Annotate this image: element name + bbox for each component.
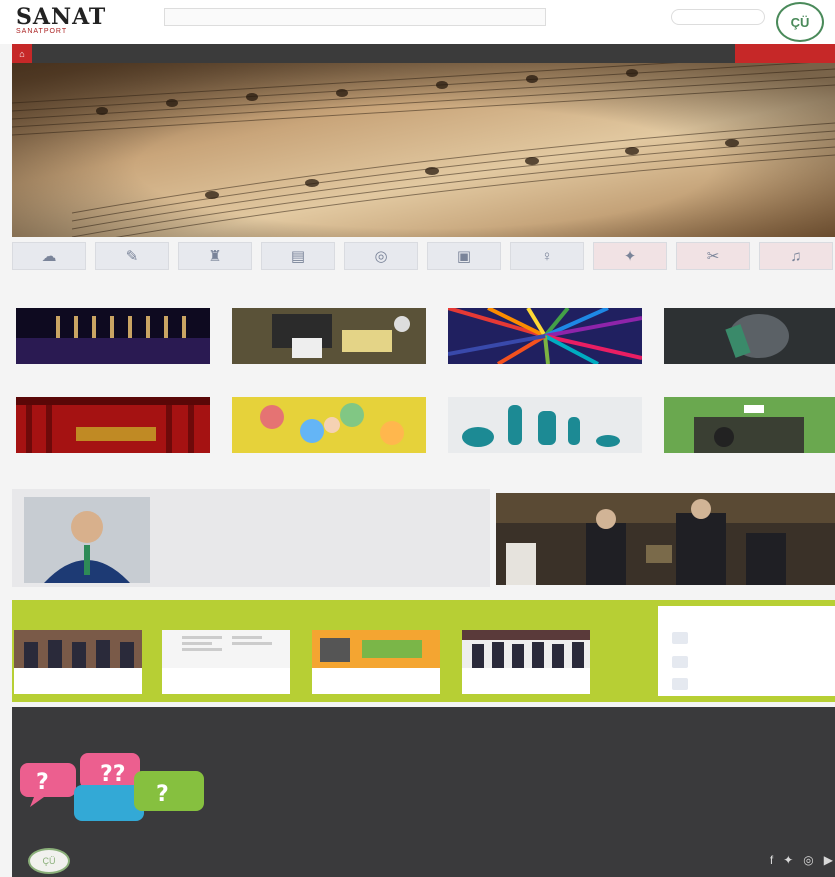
nav-cta-button[interactable] [735, 44, 835, 63]
youtube-icon[interactable]: ▶ [824, 853, 833, 867]
social-links: f ✦ ◎ ▶ [770, 853, 833, 867]
news-caption [162, 668, 290, 674]
top-bar: SANAT SANATPORT ÇÜ [0, 0, 835, 44]
news-image [312, 630, 440, 668]
news-band [12, 600, 835, 702]
svg-text:??: ?? [100, 762, 126, 787]
facebook-icon[interactable]: f [770, 853, 773, 867]
news-caption [462, 668, 590, 674]
tile-image [448, 308, 642, 364]
news-item[interactable] [162, 630, 290, 694]
tile-ceramics[interactable] [448, 397, 642, 459]
language-selector[interactable] [671, 9, 765, 25]
brush-icon[interactable]: ✎ [95, 242, 169, 270]
site-footer: ? ?? ? ÇÜ f ✦ ◎ ▶ [12, 707, 835, 877]
footer-seal-text: ÇÜ [42, 856, 56, 866]
twitter-icon[interactable]: ✦ [783, 853, 793, 867]
tile-image [232, 397, 426, 453]
tile-image [448, 397, 642, 453]
seal-text: ÇÜ [790, 14, 810, 30]
dance-icon[interactable]: ✦ [593, 242, 667, 270]
sculpture-icon[interactable]: ♜ [178, 242, 252, 270]
tile-theatre-curtain[interactable] [16, 397, 210, 459]
tile-image [16, 397, 210, 453]
hero-banner[interactable] [12, 63, 835, 237]
news-image [14, 630, 142, 668]
event-item[interactable] [672, 654, 832, 672]
tile-image [232, 308, 426, 364]
event-date-badge [672, 632, 688, 644]
footer-seal-icon[interactable]: ÇÜ [28, 848, 70, 874]
top-search-field[interactable] [164, 8, 546, 26]
footer-bottom-bar: ÇÜ f ✦ ◎ ▶ [12, 847, 835, 877]
cinema-icon[interactable]: ◎ [344, 242, 418, 270]
literature-icon[interactable]: ♀ [510, 242, 584, 270]
news-caption [14, 668, 142, 674]
category-icon-row: ☁ ✎ ♜ ▤ ◎ ▣ ♀ ✦ ✂ ♫ [12, 242, 835, 270]
ceremony-photo[interactable] [496, 493, 835, 585]
svg-text:?: ? [36, 770, 49, 795]
scissors-icon[interactable]: ✂ [676, 242, 750, 270]
tile-art-studio[interactable] [232, 308, 426, 370]
tile-microphone[interactable] [664, 308, 835, 370]
news-item[interactable] [312, 630, 440, 694]
news-caption [312, 668, 440, 674]
logo-wordmark: SANAT [16, 4, 107, 30]
site-logo[interactable]: SANAT SANATPORT [16, 6, 112, 40]
tile-performance[interactable] [16, 308, 210, 370]
notes-icon[interactable]: ♫ [759, 242, 833, 270]
event-item[interactable] [672, 676, 832, 694]
news-item[interactable] [462, 630, 590, 694]
tile-community[interactable] [232, 397, 426, 459]
news-image [462, 630, 590, 668]
events-panel [658, 606, 835, 696]
music-icon[interactable]: ▤ [261, 242, 335, 270]
camera-icon[interactable]: ▣ [427, 242, 501, 270]
question-bubbles-illustration: ? ?? ? [20, 753, 204, 821]
sheet-music-image [12, 63, 835, 237]
event-item[interactable] [672, 630, 832, 648]
tile-cinema[interactable] [664, 397, 835, 459]
instagram-icon[interactable]: ◎ [803, 853, 813, 867]
tile-image [16, 308, 210, 364]
main-nav: ⌂ [12, 44, 835, 63]
svg-text:?: ? [156, 782, 169, 807]
tile-image [664, 308, 835, 364]
home-icon[interactable]: ⌂ [12, 44, 32, 63]
profile-card [12, 489, 490, 587]
event-date-badge [672, 656, 688, 668]
news-item[interactable] [14, 630, 142, 694]
news-image [162, 630, 290, 668]
theatre-icon[interactable]: ☁ [12, 242, 86, 270]
tile-colored-pencils[interactable] [448, 308, 642, 370]
event-date-badge [672, 678, 688, 690]
university-seal-icon[interactable]: ÇÜ [776, 2, 824, 42]
tile-image [664, 397, 835, 453]
profile-photo [24, 497, 150, 583]
